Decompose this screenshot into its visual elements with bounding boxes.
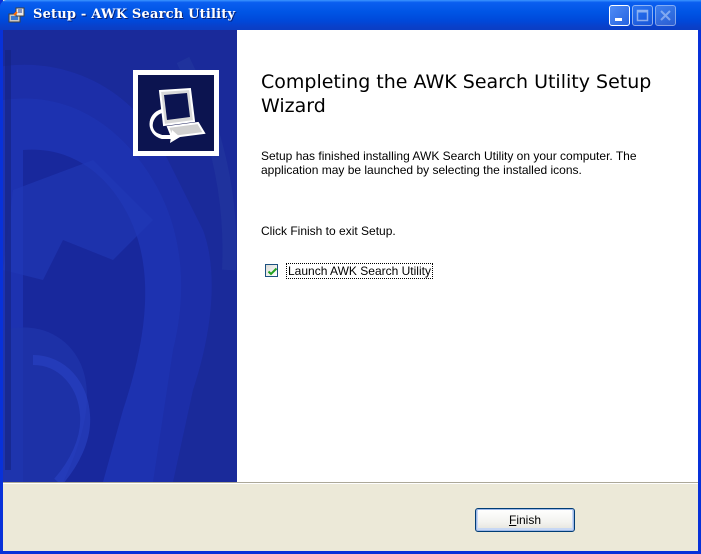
wizard-content: Completing the AWK Search Utility Setup …	[237, 30, 698, 482]
finished-message: Setup has finished installing AWK Search…	[261, 149, 637, 177]
checkmark-icon	[267, 267, 278, 276]
computer-with-arrow-logo	[138, 75, 214, 151]
close-button[interactable]	[655, 5, 676, 26]
minimize-button[interactable]	[609, 5, 630, 26]
launch-checkbox[interactable]	[265, 264, 278, 277]
wizard-side-image	[3, 30, 237, 482]
product-logo	[133, 70, 219, 156]
title-bar[interactable]: Setup - AWK Search Utility	[0, 0, 701, 30]
window-title: Setup - AWK Search Utility	[33, 7, 236, 22]
exit-instruction: Click Finish to exit Setup.	[261, 224, 396, 238]
maximize-button[interactable]	[632, 5, 653, 26]
setup-window: Setup - AWK Search Utility Completing th…	[0, 0, 701, 554]
page-title: Completing the AWK Search Utility Setup …	[261, 71, 652, 117]
launch-checkbox-label[interactable]: Launch AWK Search Utility	[286, 263, 433, 279]
finish-label: inish	[516, 513, 542, 527]
button-bar: Finish	[3, 484, 698, 551]
finish-button[interactable]: Finish	[475, 508, 575, 532]
setup-installer-icon	[8, 6, 26, 24]
